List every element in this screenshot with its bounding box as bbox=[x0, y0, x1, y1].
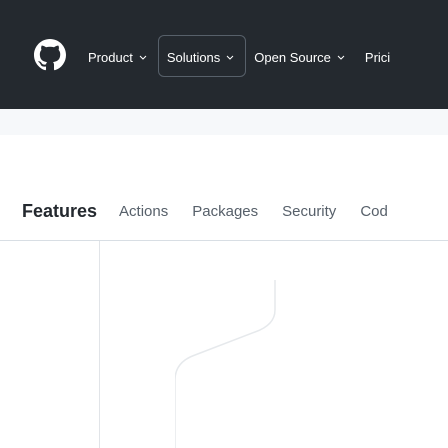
chevron-down-icon bbox=[139, 55, 147, 60]
page: Product Solutions Open Source Prici Feat… bbox=[0, 0, 448, 448]
subnav-title[interactable]: Features bbox=[22, 201, 97, 222]
features-subnav: Features Actions Packages Security Cod bbox=[22, 196, 412, 226]
chevron-down-icon bbox=[337, 55, 345, 60]
nav-item-label: Prici bbox=[364, 49, 391, 65]
subnav-item-security[interactable]: Security bbox=[282, 203, 336, 220]
header-nav: Product Solutions Open Source Prici bbox=[78, 43, 400, 71]
chevron-down-icon bbox=[226, 55, 234, 60]
nav-item-open-source[interactable]: Open Source bbox=[244, 43, 355, 71]
nav-item-label: Product bbox=[88, 49, 133, 65]
header-separator-band bbox=[0, 109, 448, 135]
subnav-divider bbox=[0, 240, 448, 241]
nav-item-label: Open Source bbox=[254, 49, 331, 65]
subnav-item-packages[interactable]: Packages bbox=[192, 203, 258, 220]
subnav-item-actions[interactable]: Actions bbox=[119, 203, 168, 220]
nav-item-solutions[interactable]: Solutions bbox=[157, 43, 244, 71]
subnav-item-code[interactable]: Cod bbox=[360, 203, 388, 220]
nav-item-product[interactable]: Product bbox=[78, 43, 157, 71]
github-mark-icon[interactable] bbox=[34, 39, 66, 71]
nav-item-label: Solutions bbox=[166, 49, 221, 65]
decorative-curve bbox=[175, 280, 276, 448]
nav-item-pricing[interactable]: Prici bbox=[355, 43, 400, 71]
decorative-line bbox=[99, 241, 100, 448]
